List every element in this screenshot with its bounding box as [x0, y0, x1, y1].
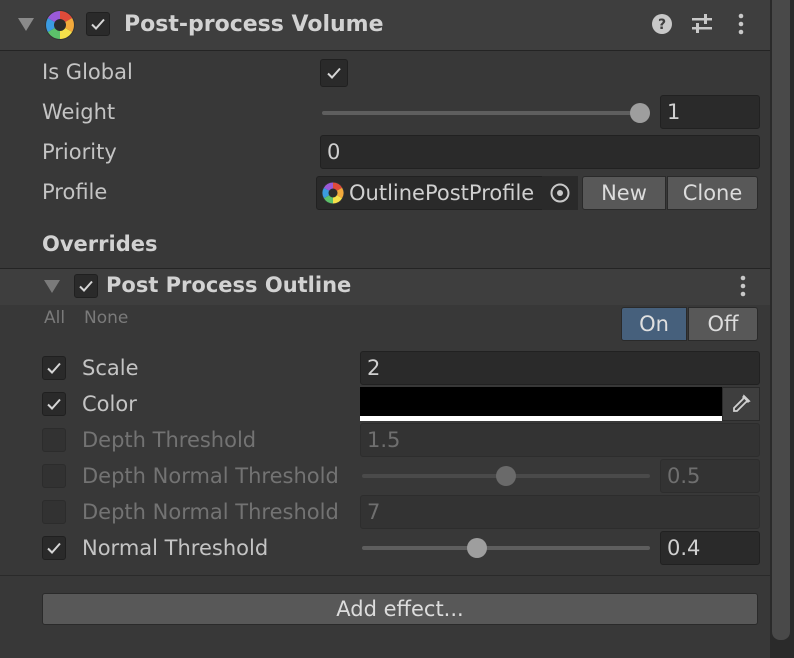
color-label: Color	[82, 392, 137, 416]
select-all-link[interactable]: All	[44, 310, 65, 327]
effect-title: Post Process Outline	[106, 273, 352, 297]
effect-off-toggle[interactable]: Off	[688, 307, 758, 341]
profile-asset-icon	[321, 181, 345, 205]
color-override-checkbox[interactable]	[42, 392, 66, 416]
profile-object-field[interactable]: OutlinePostProfile	[316, 176, 578, 210]
weight-label: Weight	[42, 100, 116, 124]
clone-profile-button[interactable]: Clone	[667, 176, 758, 210]
scale-field[interactable]: 2	[360, 351, 760, 385]
normal-threshold-slider-track[interactable]	[362, 546, 650, 550]
scale-override-checkbox[interactable]	[42, 356, 66, 380]
component-title: Post-process Volume	[124, 12, 384, 37]
presets-icon[interactable]	[690, 13, 714, 35]
object-picker-icon[interactable]	[542, 176, 578, 210]
help-icon[interactable]: ?	[651, 13, 673, 35]
depth-threshold-override-checkbox[interactable]	[42, 428, 66, 452]
profile-value: OutlinePostProfile	[349, 181, 535, 205]
foldout-arrow-icon[interactable]	[18, 18, 34, 31]
section-divider	[0, 575, 770, 576]
is-global-label: Is Global	[42, 60, 133, 84]
weight-slider-track[interactable]	[322, 111, 640, 115]
profile-label: Profile	[42, 180, 108, 204]
priority-label: Priority	[42, 140, 117, 164]
color-swatch[interactable]	[360, 387, 722, 421]
scale-label: Scale	[82, 356, 139, 380]
weight-slider-knob[interactable]	[630, 103, 650, 123]
depth-threshold-label: Depth Threshold	[82, 428, 257, 452]
normal-threshold-label: Normal Threshold	[82, 536, 269, 560]
depth-threshold-field[interactable]: 1.5	[360, 423, 760, 457]
svg-text:?: ?	[658, 17, 666, 33]
depth-normal-threshold-label: Depth Normal Threshold	[82, 464, 339, 488]
effect-more-menu-icon[interactable]	[738, 274, 748, 298]
component-enabled-checkbox[interactable]	[86, 12, 110, 36]
priority-field[interactable]: 0	[320, 135, 760, 169]
add-effect-button[interactable]: Add effect...	[42, 593, 758, 625]
is-global-checkbox[interactable]	[320, 59, 348, 87]
more-menu-icon[interactable]	[736, 12, 746, 36]
post-process-volume-icon	[44, 9, 76, 41]
depth-normal-threshold-2-label: Depth Normal Threshold	[82, 500, 339, 524]
scrollbar-thumb[interactable]	[772, 0, 790, 640]
effect-on-toggle[interactable]: On	[621, 307, 687, 341]
new-profile-button[interactable]: New	[582, 176, 666, 210]
select-none-link[interactable]: None	[84, 310, 128, 327]
depth-normal-threshold-2-field[interactable]: 7	[360, 495, 760, 529]
effect-foldout-arrow-icon[interactable]	[44, 280, 60, 293]
overrides-heading: Overrides	[42, 232, 158, 256]
normal-threshold-field[interactable]: 0.4	[660, 531, 760, 565]
eyedropper-icon[interactable]	[722, 387, 760, 421]
weight-field[interactable]: 1	[660, 95, 760, 129]
normal-threshold-override-checkbox[interactable]	[42, 536, 66, 560]
depth-normal-threshold-override-checkbox[interactable]	[42, 464, 66, 488]
depth-normal-threshold-field[interactable]: 0.5	[660, 459, 760, 493]
effect-enabled-checkbox[interactable]	[74, 274, 98, 298]
depth-normal-threshold-slider-knob[interactable]	[496, 466, 516, 486]
depth-normal-threshold-2-override-checkbox[interactable]	[42, 500, 66, 524]
